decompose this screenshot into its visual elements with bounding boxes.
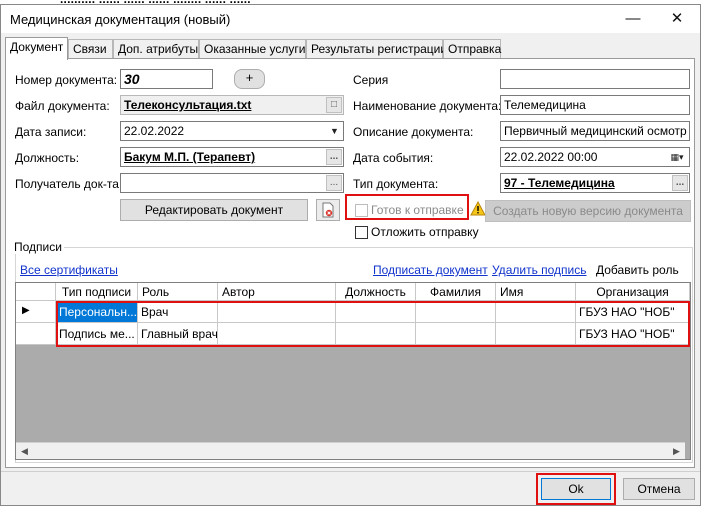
position-value: Бакум М.П. (Терапевт) [124,150,256,164]
scroll-left-icon[interactable]: ◀ [16,443,33,459]
edit-document-button[interactable]: Редактировать документ [120,199,308,221]
tab-registration-results[interactable]: Результаты регистрации [306,39,447,59]
remove-file-button[interactable] [316,199,340,221]
column-header-organization[interactable]: Организация [576,283,690,301]
series-label: Серия [353,73,389,87]
doc-number-label: Номер документа: [15,73,118,87]
column-header-signature-type[interactable]: Тип подписи [56,283,138,301]
position-label: Должность: [15,151,80,165]
doc-description-label: Описание документа: [353,125,474,139]
record-date-value: 22.02.2022 [124,124,185,138]
current-row-arrow-icon: ▶ [22,305,30,316]
new-version-button[interactable]: Создать новую версию документа [485,200,691,222]
doc-file-label: Файл документа: [15,99,110,113]
column-header-author[interactable]: Автор [218,283,336,301]
title-bar: Медицинская документация (новый) — ✕ [1,5,700,33]
tab-links[interactable]: Связи [68,39,113,59]
add-number-button[interactable]: + [234,69,265,89]
column-header-position[interactable]: Должность [336,283,416,301]
row-header[interactable]: ▶ [16,301,56,323]
ellipsis-icon[interactable]: ... [326,149,342,165]
document-panel: Номер документа: 30 + Серия Файл докумен… [5,58,695,468]
tab-document[interactable]: Документ [5,37,68,60]
event-date-value: 22.02.2022 00:00 [504,150,598,164]
calendar-icon[interactable]: ▦▾ [666,149,688,165]
doc-name-field[interactable]: Телемедицина [500,95,690,115]
cancel-button[interactable]: Отмена [623,478,695,500]
tab-sending[interactable]: Отправка [443,39,501,59]
doc-file-value: Телеконсультация.txt [124,98,252,112]
window-title: Медицинская документация (новый) [10,12,231,27]
postpone-send-checkbox[interactable] [355,226,368,239]
doc-file-field[interactable]: Телеконсультация.txt □ [120,95,344,115]
warning-icon [470,201,486,216]
event-date-field[interactable]: 22.02.2022 00:00 ▦▾ [500,147,690,167]
tab-extra-attributes[interactable]: Доп. атрибуты [113,39,199,59]
doc-name-label: Наименование документа: [353,99,502,113]
ready-to-send-highlight [345,194,469,220]
file-delete-icon [322,202,334,218]
delete-signature-link[interactable]: Удалить подпись [492,263,587,277]
recipient-label: Получатель док-та [15,177,119,191]
doc-type-value: 97 - Телемедицина [504,176,615,190]
column-header-role[interactable]: Роль [138,283,218,301]
signatures-table: Тип подписи Роль Автор Должность Фамилия… [15,282,691,460]
scroll-right-icon[interactable]: ▶ [668,443,685,459]
footer-divider [1,471,700,472]
ellipsis-icon[interactable]: ... [672,175,688,191]
doc-description-field[interactable]: Первичный медицинский осмотр [500,121,690,141]
column-header-name[interactable]: Имя [496,283,576,301]
record-date-field[interactable]: 22.02.2022 ▼ [120,121,344,141]
column-header-surname[interactable]: Фамилия [416,283,496,301]
ok-button-highlight [536,473,616,505]
recipient-field[interactable]: ... [120,173,344,193]
doc-type-field[interactable]: 97 - Телемедицина ... [500,173,690,193]
signatures-group-title: Подписи [12,240,64,254]
position-field[interactable]: Бакум М.П. (Терапевт) ... [120,147,344,167]
horizontal-scrollbar[interactable]: ◀ ▶ [16,442,685,459]
add-role-button[interactable]: Добавить роль [596,263,679,277]
close-icon[interactable]: ✕ [655,5,699,33]
doc-type-label: Тип документа: [353,177,439,191]
event-date-label: Дата события: [353,151,434,165]
minimize-icon[interactable]: — [611,5,655,33]
all-certificates-link[interactable]: Все сертификаты [20,263,118,277]
record-date-label: Дата записи: [15,125,87,139]
browse-file-icon[interactable]: □ [326,97,342,113]
dropdown-arrow-icon[interactable]: ▼ [327,123,342,139]
doc-number-field[interactable]: 30 [120,69,213,89]
row-header[interactable] [16,323,56,345]
postpone-send-label: Отложить отправку [371,225,479,239]
sign-document-link[interactable]: Подписать документ [373,263,488,277]
series-field[interactable] [500,69,690,89]
signature-rows-highlight [56,301,690,347]
dialog-window: Медицинская документация (новый) — ✕ Док… [0,4,701,506]
ellipsis-icon[interactable]: ... [326,175,342,191]
tab-services[interactable]: Оказанные услуги [199,39,306,59]
table-header-corner [16,283,56,301]
